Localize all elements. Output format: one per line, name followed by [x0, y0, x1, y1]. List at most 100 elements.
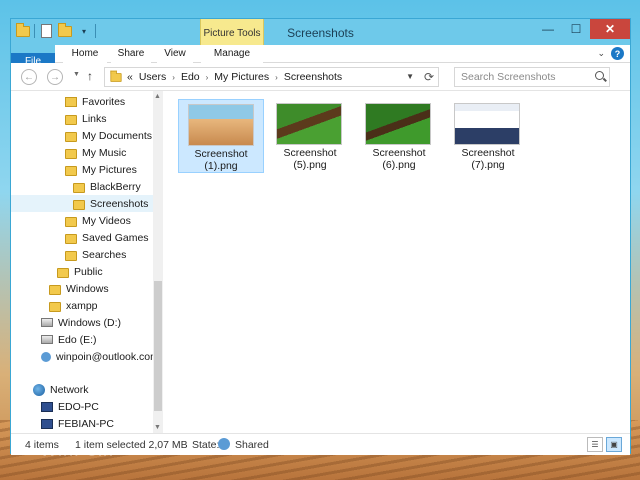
nav-item-label: Links — [82, 112, 107, 125]
back-button[interactable]: ← — [21, 69, 37, 85]
tab-share[interactable]: Share — [111, 45, 151, 63]
nav-item-links[interactable]: Links — [65, 110, 107, 127]
nav-item-label: FEBIAN-PC — [58, 417, 115, 430]
tab-view[interactable]: View — [157, 45, 193, 63]
forward-button[interactable]: → — [47, 69, 63, 85]
nav-item-label: xampp — [66, 299, 98, 312]
breadcrumb-screenshots[interactable]: Screenshots — [284, 71, 342, 83]
up-arrow-icon[interactable]: ↑ — [87, 69, 93, 83]
nav-item-label: BlackBerry — [90, 180, 141, 193]
ribbon-controls: ⌄ ? — [597, 47, 624, 60]
favorites-folder-icon — [65, 96, 77, 107]
window-controls: — ☐ ✕ — [534, 19, 630, 39]
scrollbar-thumb[interactable] — [154, 281, 162, 411]
breadcrumb-overflow[interactable]: « — [127, 71, 133, 83]
drive-icon — [41, 335, 53, 344]
shared-users-icon — [218, 438, 230, 450]
nav-item-my-pictures[interactable]: My Pictures — [65, 161, 137, 178]
chevron-right-icon[interactable]: › — [206, 73, 209, 82]
folder-icon — [110, 70, 122, 82]
minimize-button[interactable]: — — [534, 19, 562, 39]
scroll-down-icon[interactable]: ▼ — [154, 424, 161, 431]
computer-icon — [41, 401, 53, 412]
file-item[interactable]: Screenshot (5).png — [267, 99, 353, 173]
search-box[interactable]: Search Screenshots — [454, 67, 610, 87]
breadcrumb-my-pictures[interactable]: My Pictures — [214, 71, 269, 83]
chevron-right-icon[interactable]: › — [172, 73, 175, 82]
breadcrumb-users[interactable]: Users — [139, 71, 166, 83]
nav-item-xampp[interactable]: xampp — [49, 297, 98, 314]
folder-icon — [73, 182, 85, 193]
navigation-scrollbar[interactable]: ▲ ▼ — [153, 91, 163, 433]
nav-item-label: My Pictures — [82, 163, 137, 176]
state-label: State: — [192, 439, 220, 451]
folder-icon — [57, 267, 69, 278]
search-icon[interactable] — [595, 71, 604, 80]
breadcrumb-edo[interactable]: Edo — [181, 71, 200, 83]
folder-icon — [49, 284, 61, 295]
folder-icon — [65, 250, 77, 261]
chevron-right-icon[interactable]: › — [275, 73, 278, 82]
nav-item-saved-games[interactable]: Saved Games — [65, 229, 149, 246]
nav-item-label: Network — [50, 383, 89, 396]
help-icon[interactable]: ? — [611, 47, 624, 60]
nav-item-my-videos[interactable]: My Videos — [65, 212, 131, 229]
nav-item-onedrive-account[interactable]: winpoin@outlook.com — [41, 348, 153, 365]
search-input[interactable]: Search Screenshots — [461, 71, 556, 83]
nav-item-windows-d[interactable]: Windows (D:) — [41, 314, 121, 331]
recent-locations-icon[interactable]: ▼ — [73, 71, 80, 78]
nav-item-windows[interactable]: Windows — [49, 280, 109, 297]
nav-item-label: My Documents — [82, 129, 153, 142]
maximize-button[interactable]: ☐ — [562, 19, 590, 39]
file-item[interactable]: Screenshot (1).png — [178, 99, 264, 173]
folder-icon — [65, 233, 77, 244]
close-button[interactable]: ✕ — [590, 19, 630, 39]
explorer-window: ▾ Picture Tools Screenshots — ☐ ✕ File H… — [10, 18, 631, 455]
nav-item-blackberry[interactable]: BlackBerry — [73, 178, 141, 195]
large-icons-view-icon[interactable]: ▣ — [606, 437, 622, 452]
scroll-up-icon[interactable]: ▲ — [154, 93, 161, 100]
nav-item-screenshots[interactable]: Screenshots — [11, 195, 153, 212]
nav-item-febian-pc[interactable]: FEBIAN-PC — [41, 415, 114, 432]
nav-item-edo-e[interactable]: Edo (E:) — [41, 331, 97, 348]
nav-item-my-music[interactable]: My Music — [65, 144, 126, 161]
nav-item-my-documents[interactable]: My Documents — [65, 127, 152, 144]
expand-ribbon-icon[interactable]: ⌄ — [597, 48, 605, 59]
item-count: 4 items — [25, 439, 59, 451]
nav-item-favorites[interactable]: Favorites — [65, 93, 125, 110]
folder-icon — [49, 301, 61, 312]
folder-icon — [65, 131, 77, 142]
folder-icon — [65, 165, 77, 176]
tab-home[interactable]: Home — [63, 45, 107, 63]
folder-icon — [65, 148, 77, 159]
folder-icon — [65, 114, 77, 125]
folder-icon — [73, 199, 85, 210]
nav-item-label: Public — [74, 265, 103, 278]
ribbon: File Home Share View Manage ⌄ ? — [11, 45, 630, 127]
nav-item-label: Windows — [66, 282, 109, 295]
file-item[interactable]: Screenshot (7).png — [445, 99, 531, 173]
file-list: Screenshot (1).png Screenshot (5).png Scre… — [163, 91, 630, 433]
chevron-down-icon[interactable]: ▼ — [406, 72, 414, 81]
nav-item-label: Favorites — [82, 95, 126, 108]
details-view-icon[interactable]: ☰ — [587, 437, 603, 452]
file-name: Screenshot (6).png — [372, 147, 426, 171]
refresh-icon[interactable]: ⟳ — [424, 70, 434, 84]
nav-item-public[interactable]: Public — [57, 263, 103, 280]
main-content: Favorites Links My Documents My Music My… — [11, 91, 630, 433]
nav-item-searches[interactable]: Searches — [65, 246, 126, 263]
file-name: Screenshot (7).png — [461, 147, 515, 171]
nav-item-label: Screenshots — [90, 197, 149, 210]
tab-manage[interactable]: Manage — [201, 45, 263, 63]
image-thumbnail — [276, 103, 342, 145]
nav-item-edo-pc[interactable]: EDO-PC — [41, 398, 99, 415]
selection-info: 1 item selected 2,07 MB — [75, 439, 188, 451]
navigation-pane: Favorites Links My Documents My Music My… — [11, 91, 153, 433]
file-name: Screenshot (1).png — [194, 148, 248, 172]
nav-item-network[interactable]: Network — [33, 381, 89, 398]
status-bar: 4 items 1 item selected 2,07 MB State: S… — [11, 433, 630, 455]
nav-item-label: Searches — [82, 248, 127, 261]
file-item[interactable]: Screenshot (6).png — [356, 99, 442, 173]
address-bar[interactable]: « Users › Edo › My Pictures › Screenshot… — [104, 67, 439, 87]
folder-icon — [65, 216, 77, 227]
